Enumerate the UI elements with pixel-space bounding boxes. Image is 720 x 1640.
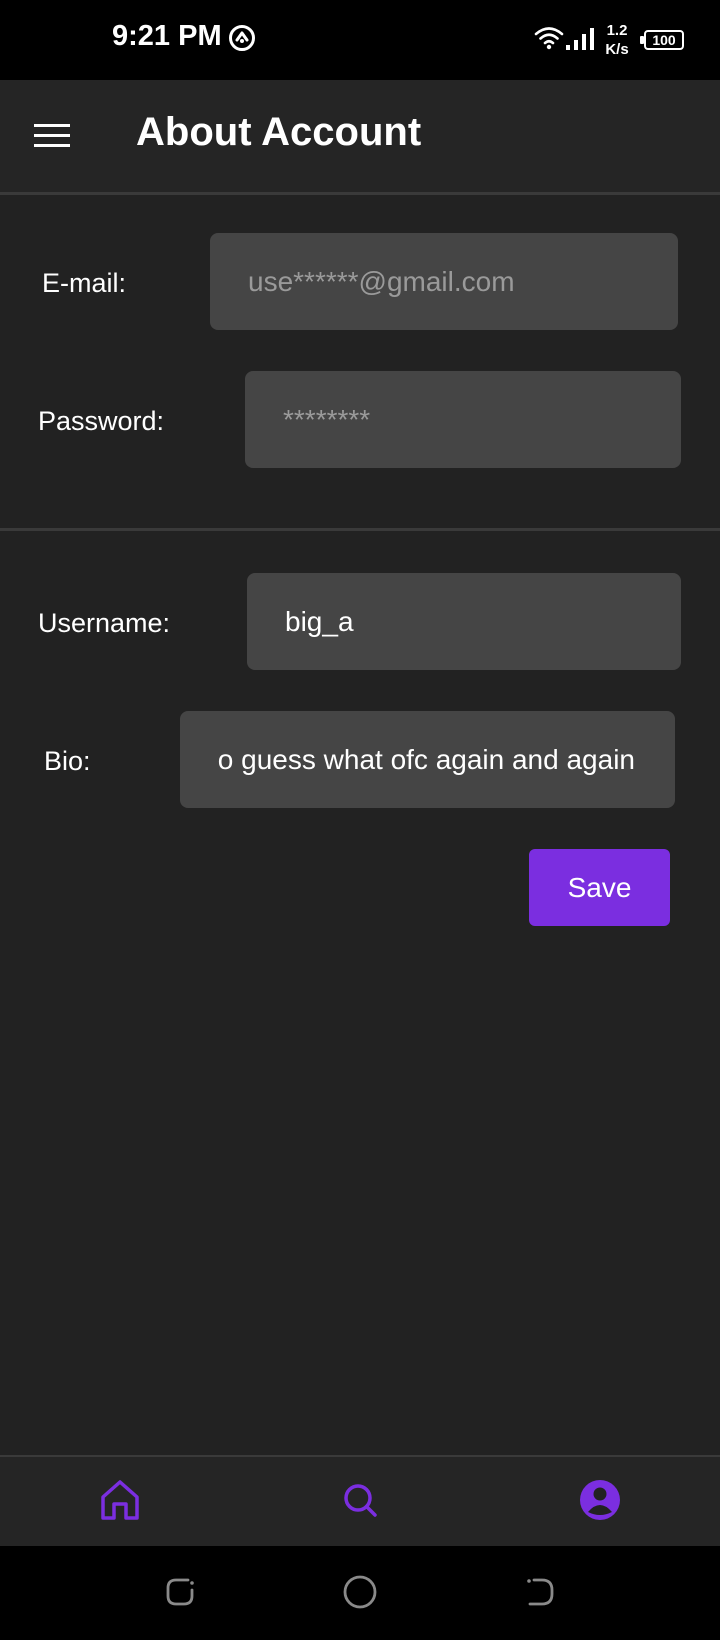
password-field[interactable]: ******** [245,371,681,468]
save-button[interactable]: Save [529,849,670,926]
network-speed-value: 1.2 [606,22,628,39]
status-time: 9:21 PM [112,20,222,52]
back-icon[interactable] [522,1574,558,1610]
header-divider [0,192,720,195]
email-placeholder: use******@gmail.com [248,265,515,297]
password-placeholder: ******** [283,403,371,435]
bio-value: o guess what ofc again and again [217,743,635,775]
network-speed: 1.2 K/s [602,21,632,59]
username-value: big_a [285,605,354,637]
signal-icon [566,26,598,57]
username-field[interactable]: big_a [247,573,681,670]
hamburger-menu-icon[interactable] [34,122,70,155]
home-circle-icon[interactable] [342,1574,378,1610]
app-status-icon [228,24,256,57]
battery-icon: 100 [644,30,684,50]
profile-icon[interactable] [578,1478,622,1522]
username-label: Username: [38,608,171,638]
home-icon[interactable] [98,1478,142,1522]
section-divider [0,528,720,531]
page-title: About Account [136,110,422,154]
bio-label: Bio: [44,746,91,776]
email-field[interactable]: use******@gmail.com [210,233,678,330]
email-label: E-mail: [42,268,127,298]
recents-icon[interactable] [162,1574,198,1610]
network-speed-unit: K/s [605,41,629,58]
bio-field[interactable]: o guess what ofc again and again [180,711,675,808]
search-icon[interactable] [338,1478,382,1522]
password-label: Password: [38,406,165,436]
wifi-icon [534,26,564,55]
